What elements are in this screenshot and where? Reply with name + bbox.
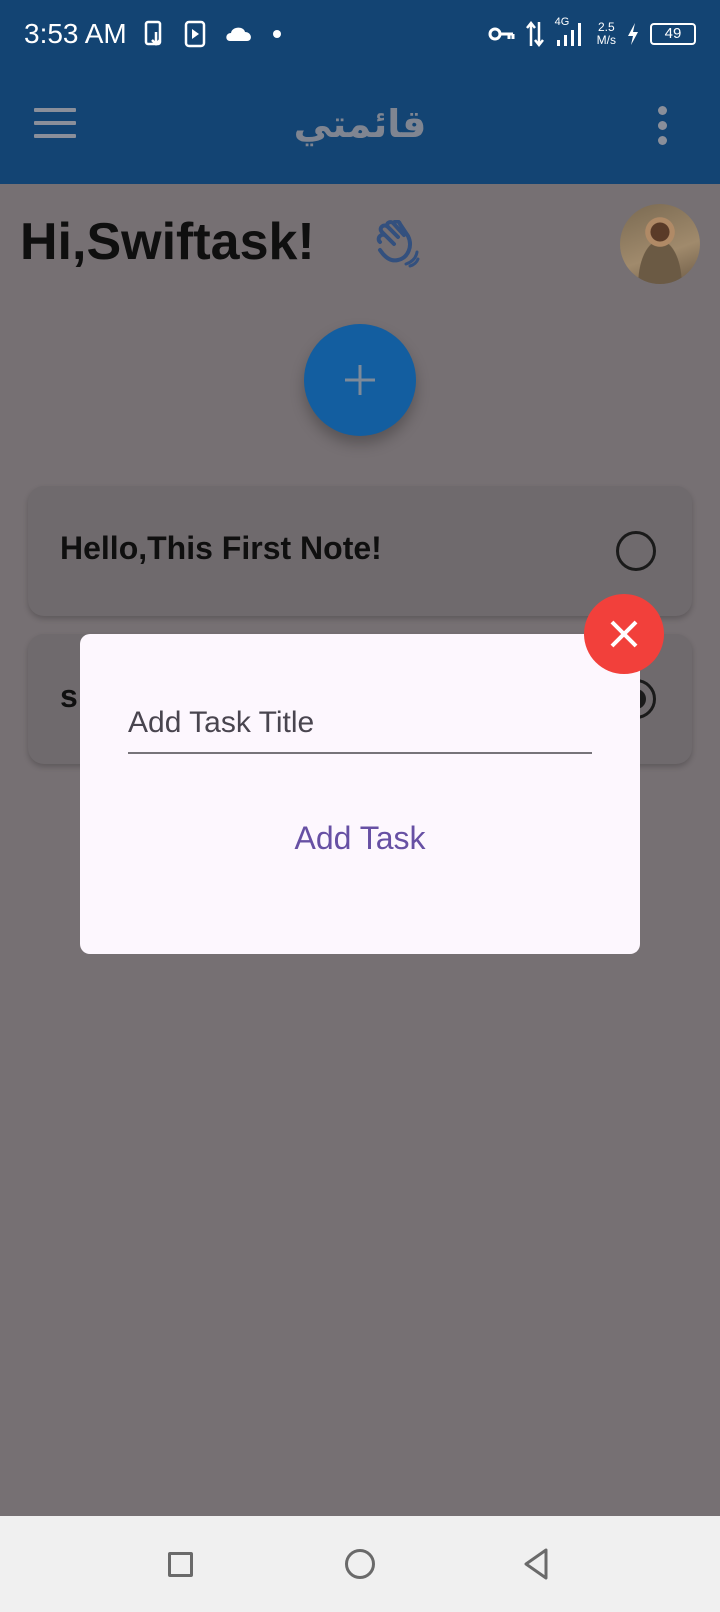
- data-arrows-icon: [525, 20, 544, 48]
- system-nav-bar: [0, 1516, 720, 1612]
- dot-icon: [273, 30, 281, 38]
- network-speed: 2.5 M/s: [597, 21, 616, 47]
- sim-swap-icon: [144, 20, 162, 46]
- screen: 3:53 AM 4G 2.5 M/s 49 قائمتي Hi,Swiftask…: [0, 0, 720, 1612]
- back-triangle-icon[interactable]: [518, 1544, 558, 1584]
- signal-icon: 4G: [555, 16, 587, 50]
- task-title: Hello,This First Note!: [60, 530, 382, 566]
- key-icon: [488, 27, 515, 41]
- task-complete-radio[interactable]: [616, 531, 656, 571]
- add-task-button[interactable]: Add Task: [80, 820, 640, 857]
- app-bar: قائمتي: [0, 72, 720, 184]
- greeting-text: Hi,Swiftask!: [20, 213, 315, 271]
- battery-icon: 49: [650, 23, 696, 45]
- status-bar: 3:53 AM 4G 2.5 M/s 49: [0, 0, 720, 72]
- add-task-fab[interactable]: [304, 324, 416, 436]
- waving-hand-icon: [376, 220, 420, 268]
- app-title: قائمتي: [293, 104, 427, 146]
- task-card[interactable]: Hello,This First Note!: [28, 486, 692, 616]
- cloud-icon: [226, 27, 251, 41]
- status-left-icons: [144, 20, 282, 48]
- task-title: s: [60, 678, 78, 714]
- status-time: 3:53 AM: [24, 18, 127, 49]
- media-icon: [184, 20, 206, 48]
- recents-square-icon[interactable]: [160, 1544, 200, 1584]
- user-avatar[interactable]: [620, 204, 700, 284]
- home-circle-icon[interactable]: [340, 1544, 380, 1584]
- add-task-dialog: Add Task: [80, 634, 640, 954]
- speed-unit: M/s: [596, 33, 616, 47]
- close-icon[interactable]: [584, 594, 664, 674]
- charging-icon: [628, 23, 638, 45]
- more-vertical-icon[interactable]: [658, 106, 670, 146]
- status-right-icons: 4G 2.5 M/s 49: [487, 16, 696, 50]
- task-title-input[interactable]: [128, 694, 592, 754]
